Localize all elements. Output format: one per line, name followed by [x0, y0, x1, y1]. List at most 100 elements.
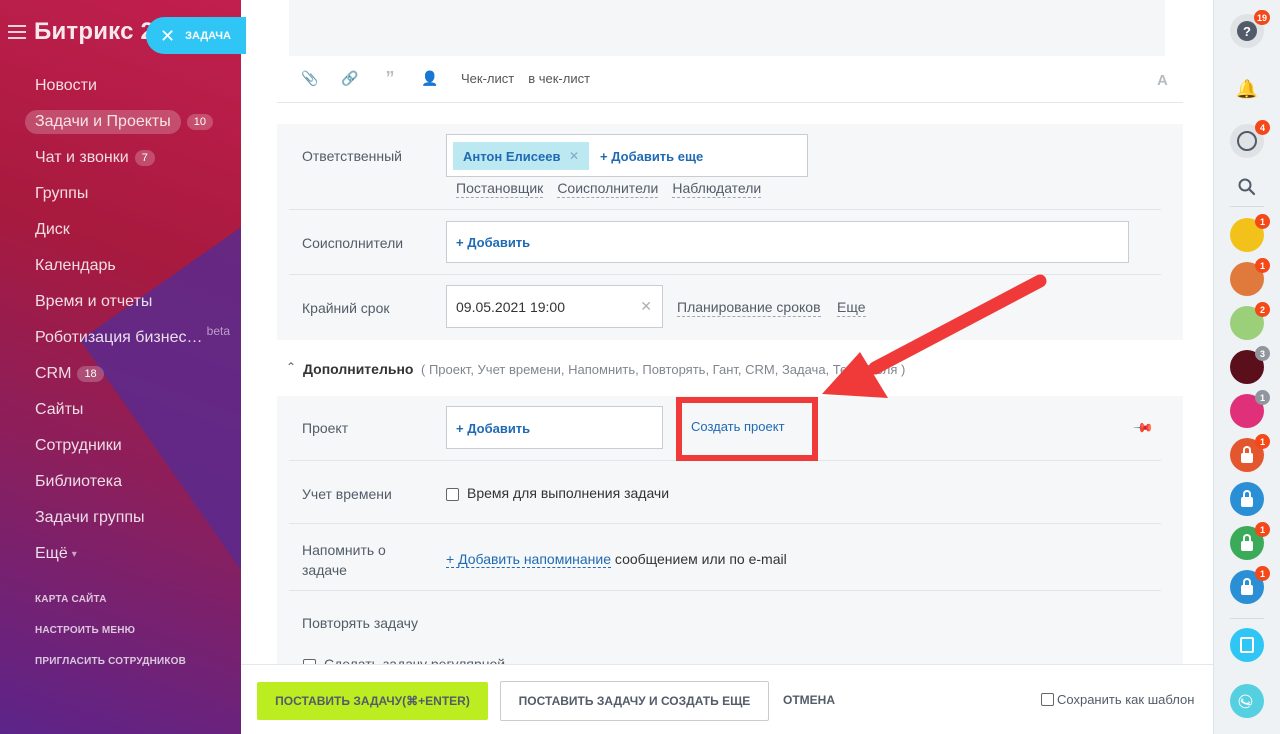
chevron-down-icon: ▾: [71, 548, 77, 560]
sidebar-item-automation[interactable]: Роботизация бизнес… beta: [23, 320, 238, 356]
sidebar-item-calendar[interactable]: Календарь: [23, 248, 238, 284]
additional-sections-list: ( Проект, Учет времени, Напомнить, Повто…: [421, 362, 906, 377]
chat-avatar[interactable]: 1: [1230, 390, 1270, 428]
call-button[interactable]: ✆: [1230, 684, 1264, 718]
sidebar-item-library[interactable]: Библиотека: [23, 464, 238, 500]
deadline-input[interactable]: 09.05.2021 19:00 ✕: [446, 285, 663, 328]
menu-burger-icon[interactable]: [8, 25, 26, 39]
sidebar-menu: Новости Задачи и Проекты 10 Чат и звонки 7…: [23, 68, 238, 572]
coexecutors-label: Соисполнители: [302, 235, 404, 251]
document-icon: [1240, 637, 1254, 653]
chat-avatar[interactable]: 1: [1230, 214, 1270, 252]
responsible-field[interactable]: Антон Елисеев ✕ + Добавить еще: [446, 134, 808, 177]
checkbox[interactable]: [446, 487, 459, 501]
chat-icon: [1237, 131, 1257, 151]
lock-icon: [1241, 446, 1253, 463]
submit-and-create-more-button[interactable]: ПОСТАВИТЬ ЗАДАЧУ И СОЗДАТЬ ЕЩЕ: [500, 681, 769, 721]
sidebar-item-chat[interactable]: Чат и звонки 7: [23, 140, 238, 176]
notifications-button[interactable]: 🔔: [1230, 72, 1264, 106]
close-task-button[interactable]: ✕ ЗАДАЧА: [146, 17, 246, 54]
locked-chat-avatar[interactable]: 1: [1230, 434, 1270, 472]
phone-icon: ✆: [1236, 693, 1257, 709]
link-icon[interactable]: 🔗: [341, 70, 359, 87]
sidebar-item-groups[interactable]: Группы: [23, 176, 238, 212]
search-button[interactable]: [1230, 170, 1264, 204]
sidebar-item-news[interactable]: Новости: [23, 68, 238, 104]
notification-badge: 3: [1255, 346, 1270, 361]
coexecutors-field[interactable]: + Добавить: [446, 221, 1129, 263]
close-icon: ✕: [160, 25, 176, 46]
add-coexecutor-link[interactable]: + Добавить: [456, 235, 530, 250]
chat-avatar[interactable]: 2: [1230, 302, 1270, 340]
quote-icon[interactable]: ”: [381, 68, 399, 89]
description-editor[interactable]: [289, 0, 1165, 56]
sidebar-item-group-tasks[interactable]: Задачи группы: [23, 500, 238, 536]
editor-toolbar: 📎 🔗 ” 👤 Чек-лист в чек-лист: [301, 66, 604, 90]
help-icon: ?: [1237, 21, 1257, 41]
cancel-button[interactable]: ОТМЕНА: [783, 693, 835, 707]
sidebar-item-employees[interactable]: Сотрудники: [23, 428, 238, 464]
text-format-icon[interactable]: A: [1157, 72, 1168, 89]
locked-chat-avatar[interactable]: 1: [1230, 522, 1270, 560]
checklist-button[interactable]: Чек-лист: [461, 71, 514, 86]
invite-employees-link[interactable]: ПРИГЛАСИТЬ СОТРУДНИКОВ: [35, 656, 186, 687]
task-form-panel: 📎 🔗 ” 👤 Чек-лист в чек-лист A Ответствен…: [241, 0, 1213, 664]
sidebar-item-sites[interactable]: Сайты: [23, 392, 238, 428]
regular-task-checkbox[interactable]: Сделать задачу регулярной: [303, 656, 505, 664]
sidebar-item-disk[interactable]: Диск: [23, 212, 238, 248]
notification-badge: 1: [1255, 214, 1270, 229]
creator-link[interactable]: Постановщик: [456, 180, 544, 198]
chat-avatar[interactable]: 1: [1230, 258, 1270, 296]
to-checklist-button[interactable]: в чек-лист: [528, 71, 590, 86]
add-project-link[interactable]: + Добавить: [456, 421, 530, 436]
notification-badge: 1: [1255, 522, 1270, 537]
save-template-checkbox[interactable]: Сохранить как шаблон: [1041, 692, 1194, 707]
chats-button[interactable]: 4: [1230, 120, 1270, 158]
add-reminder-link[interactable]: + Добавить напоминание: [446, 551, 612, 568]
open-lines-button[interactable]: [1230, 628, 1264, 662]
locked-chat-avatar[interactable]: 1: [1230, 566, 1270, 604]
time-tracking-checkbox[interactable]: Время для выполнения задачи: [446, 485, 669, 501]
role-links: Постановщик Соисполнители Наблюдатели: [456, 180, 762, 198]
divider: [289, 209, 1161, 210]
more-link[interactable]: Еще: [837, 299, 866, 317]
notification-badge: 1: [1255, 258, 1270, 273]
right-bar: ? 19 🔔 4 1 1 2 3 1 1 1 1 ✆: [1213, 0, 1280, 734]
responsible-label: Ответственный: [302, 148, 402, 164]
chevron-up-icon[interactable]: ⌃: [286, 360, 296, 374]
remove-chip-icon[interactable]: ✕: [569, 149, 579, 163]
divider: [1230, 206, 1264, 207]
sidebar-item-more[interactable]: Ещё ▾: [23, 536, 238, 572]
coexecutors-link[interactable]: Соисполнители: [557, 180, 659, 198]
remind-row: + Добавить напоминание сообщением или по…: [446, 551, 787, 568]
left-sidebar: Битрикс 24 Новости Задачи и Проекты 10 Ча…: [0, 0, 241, 734]
sidebar-item-time-reports[interactable]: Время и отчеты: [23, 284, 238, 320]
attach-file-icon[interactable]: 📎: [301, 70, 319, 87]
clear-date-icon[interactable]: ✕: [640, 298, 652, 315]
notification-badge: 2: [1255, 302, 1270, 317]
divider: [289, 523, 1161, 524]
sitemap-link[interactable]: КАРТА САЙТА: [35, 594, 186, 625]
mention-user-icon[interactable]: 👤: [421, 70, 439, 87]
highlight-box: [676, 397, 818, 461]
notification-badge: 1: [1255, 390, 1270, 405]
responsible-chip[interactable]: Антон Елисеев ✕: [453, 142, 589, 170]
checkbox[interactable]: [1041, 693, 1054, 706]
notification-badge: 1: [1255, 434, 1270, 449]
sidebar-item-tasks[interactable]: Задачи и Проекты 10: [23, 104, 238, 140]
planning-link[interactable]: Планирование сроков: [677, 299, 821, 317]
add-more-responsible-link[interactable]: + Добавить еще: [600, 149, 703, 164]
help-button[interactable]: ? 19: [1230, 10, 1270, 48]
locked-chat-avatar[interactable]: [1230, 482, 1264, 516]
chat-avatar[interactable]: 3: [1230, 346, 1270, 384]
divider: [289, 274, 1161, 275]
sidebar-item-crm[interactable]: CRM 18: [23, 356, 238, 392]
project-field[interactable]: + Добавить: [446, 406, 663, 449]
form-footer: ПОСТАВИТЬ ЗАДАЧУ(⌘+ENTER) ПОСТАВИТЬ ЗАДА…: [241, 664, 1213, 734]
submit-task-button[interactable]: ПОСТАВИТЬ ЗАДАЧУ(⌘+ENTER): [257, 682, 488, 720]
counter-badge: 7: [134, 150, 155, 166]
additional-toggle[interactable]: Дополнительно: [303, 361, 413, 377]
bell-icon: 🔔: [1235, 78, 1259, 99]
observers-link[interactable]: Наблюдатели: [672, 180, 762, 198]
configure-menu-link[interactable]: НАСТРОИТЬ МЕНЮ: [35, 625, 186, 656]
